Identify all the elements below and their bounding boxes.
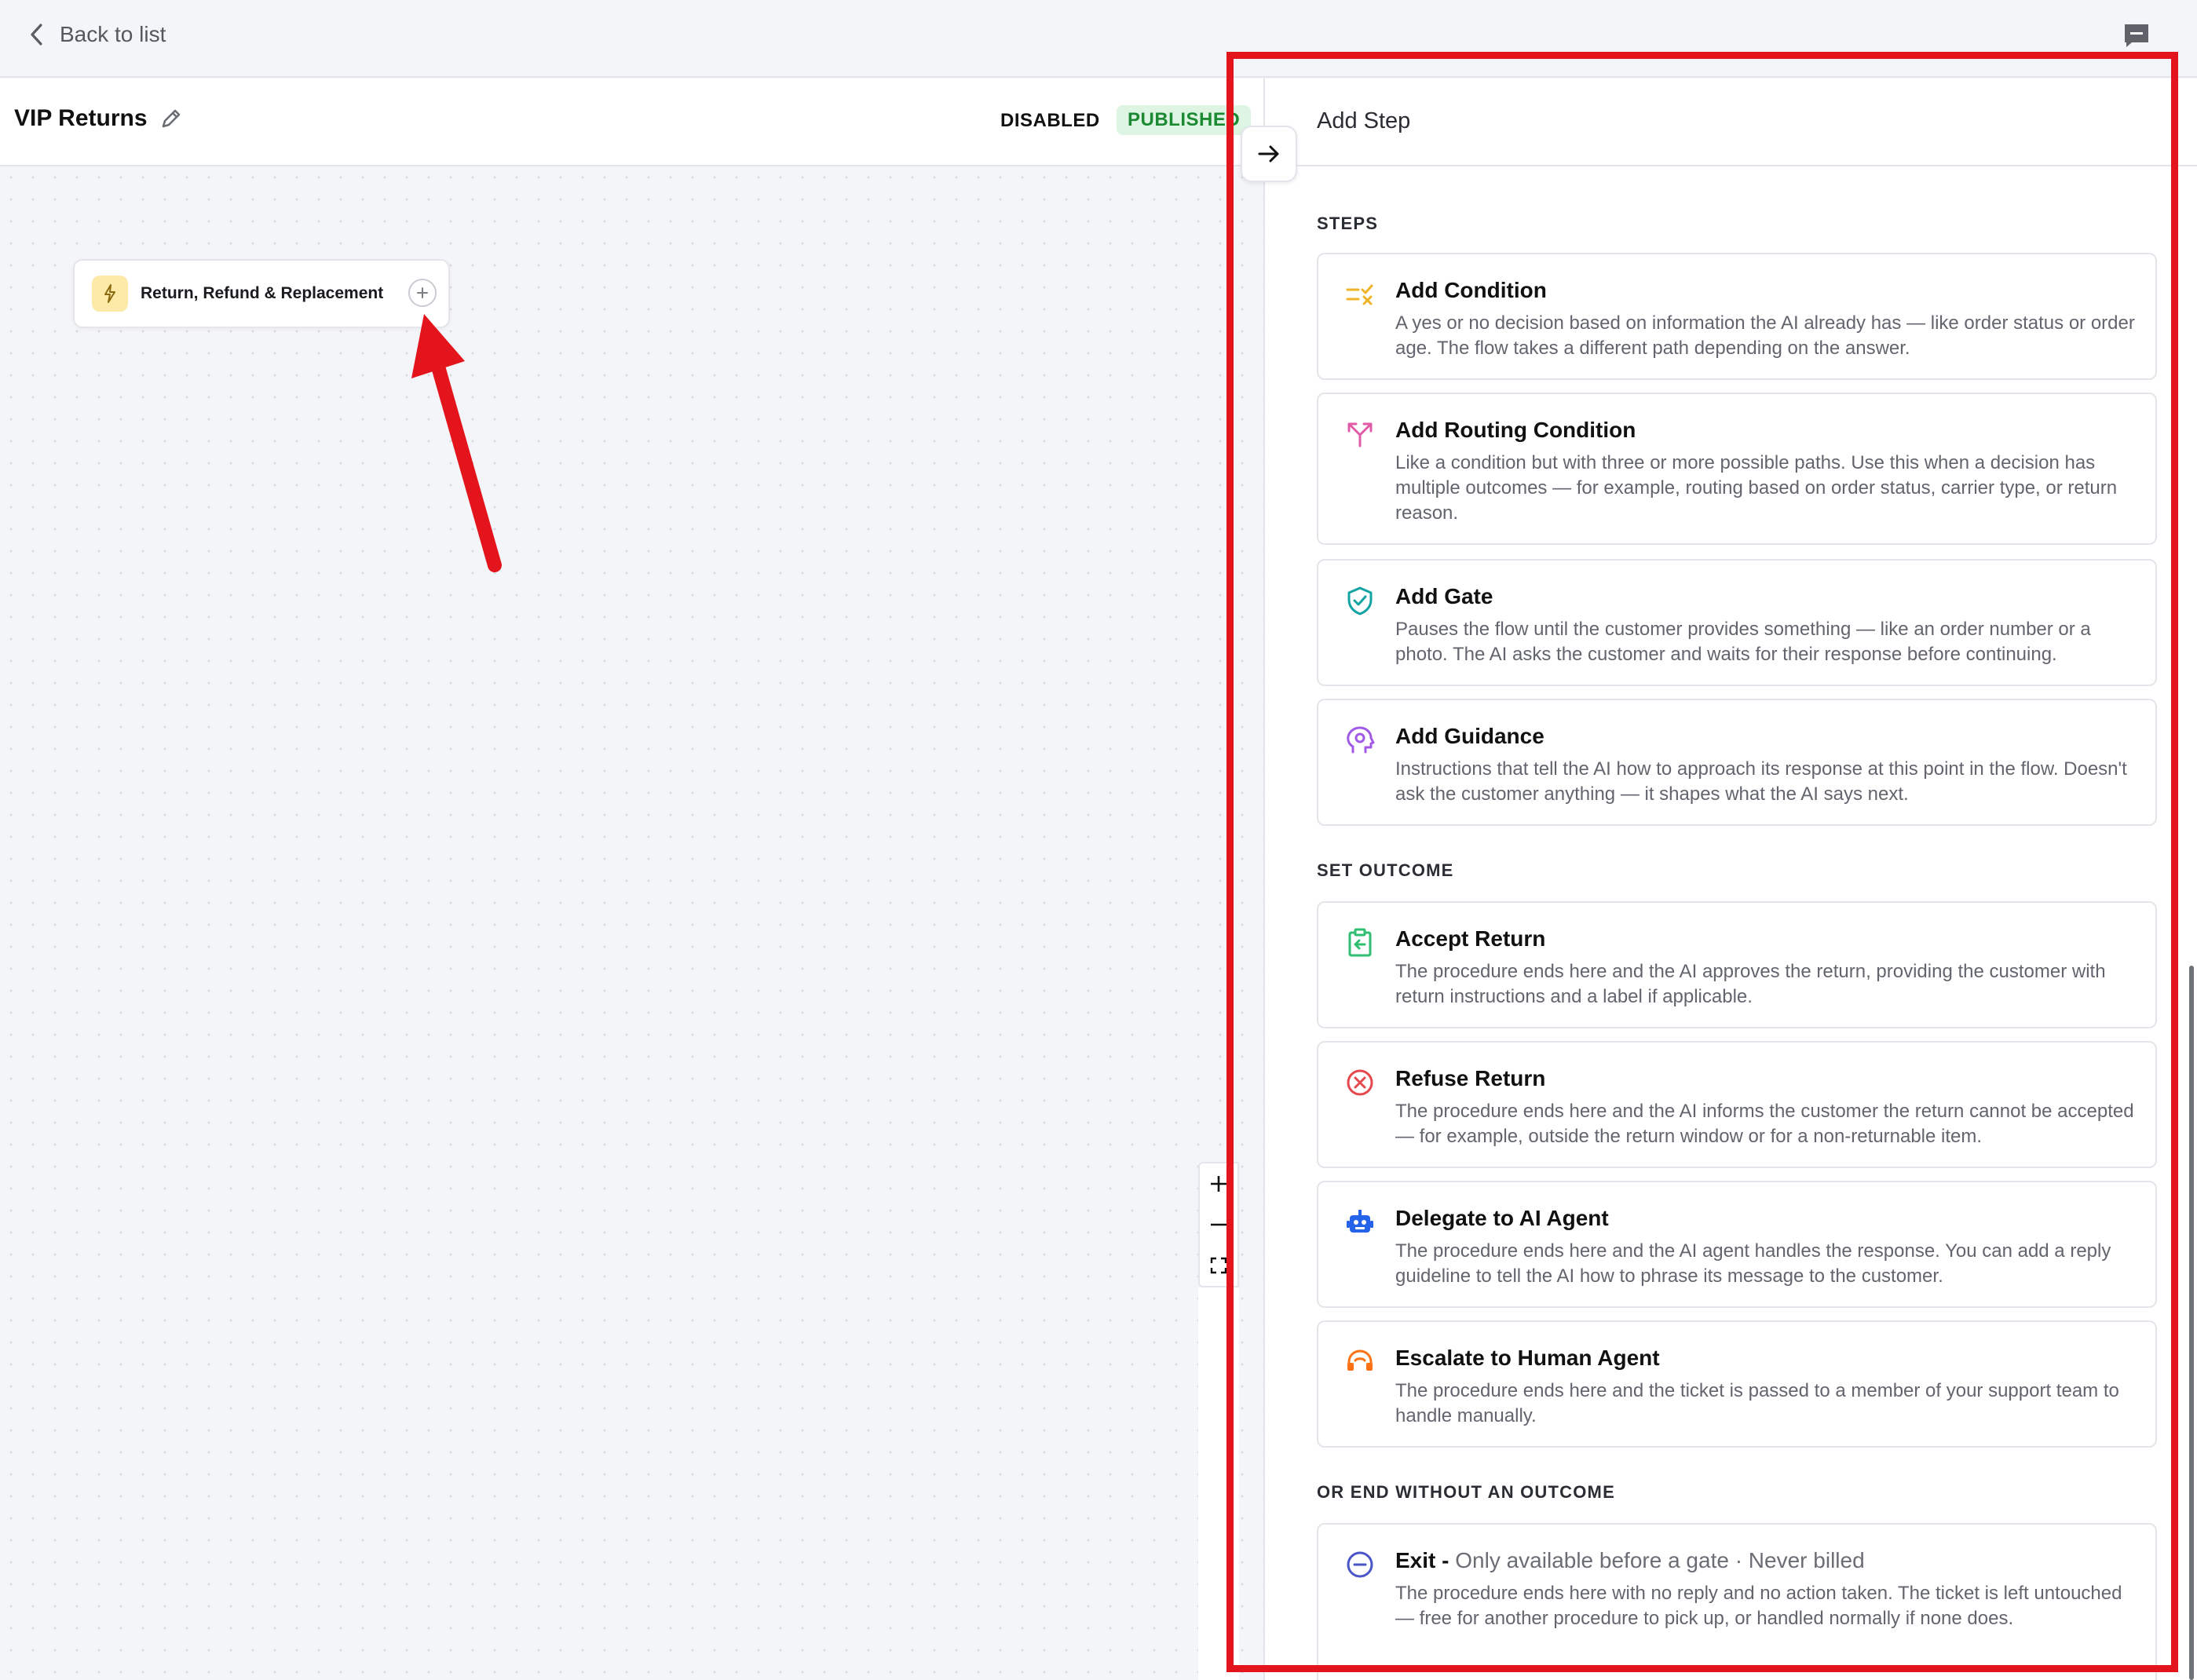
- add-gate-card[interactable]: Add Gate Pauses the flow until the custo…: [1317, 559, 2157, 686]
- canvas-edge: [1198, 1287, 1239, 1680]
- guidance-brain-icon: [1347, 726, 1375, 754]
- pencil-icon[interactable]: [159, 106, 184, 131]
- robot-icon: [1347, 1210, 1373, 1233]
- trigger-node[interactable]: Return, Refund & Replacement: [73, 259, 450, 328]
- card-description: The procedure ends here and the ticket i…: [1395, 1380, 2119, 1426]
- card-description: The procedure ends here and the AI appro…: [1395, 961, 2106, 1007]
- arrow-right-icon: [1258, 145, 1279, 163]
- lightning-icon: [92, 276, 128, 312]
- card-title: Escalate to Human Agent: [1395, 1346, 1660, 1370]
- card-description: Like a condition but with three or more …: [1395, 452, 2118, 524]
- card-description: The procedure ends here and the AI agent…: [1395, 1240, 2111, 1287]
- card-title: Add Gate: [1395, 584, 1493, 608]
- section-label-steps: STEPS: [1317, 214, 1379, 233]
- flow-title-text: VIP Returns: [14, 105, 148, 131]
- add-guidance-card[interactable]: Add Guidance Instructions that tell the …: [1317, 699, 2157, 826]
- exit-subtitle: Only available before a gate · Never bil…: [1455, 1548, 1865, 1572]
- fit-view-button[interactable]: [1200, 1245, 1237, 1286]
- chevron-left-icon: [31, 24, 42, 46]
- chat-icon[interactable]: [2122, 20, 2151, 50]
- zoom-in-button[interactable]: [1200, 1163, 1237, 1204]
- card-description: The procedure ends here with no reply an…: [1395, 1583, 2122, 1629]
- card-description: Instructions that tell the AI how to app…: [1395, 758, 2127, 805]
- accept-return-card[interactable]: Accept Return The procedure ends here an…: [1317, 901, 2157, 1028]
- status-disabled-toggle[interactable]: DISABLED: [1000, 110, 1100, 132]
- exit-title: Exit -: [1395, 1548, 1449, 1572]
- card-title: Add Guidance: [1395, 724, 1544, 748]
- card-description: Pauses the flow until the customer provi…: [1395, 619, 2091, 665]
- zoom-out-button[interactable]: [1200, 1204, 1237, 1245]
- minus-circle-icon: [1347, 1551, 1373, 1578]
- section-label-set-outcome: SET OUTCOME: [1317, 860, 1454, 880]
- card-title: Add Routing Condition: [1395, 418, 1636, 442]
- escalate-human-agent-card[interactable]: Escalate to Human Agent The procedure en…: [1317, 1320, 2157, 1448]
- card-title: Accept Return: [1395, 926, 1546, 951]
- minus-icon: [1211, 1223, 1226, 1226]
- add-step-button[interactable]: [408, 279, 437, 307]
- card-title: Exit - Only available before a gate · Ne…: [1395, 1548, 1865, 1573]
- card-title: Add Condition: [1395, 278, 1547, 302]
- routing-split-icon: [1347, 422, 1373, 447]
- card-description: A yes or no decision based on informatio…: [1395, 312, 2135, 359]
- add-condition-card[interactable]: Add Condition A yes or no decision based…: [1317, 253, 2157, 380]
- red-arrow-annotation: [411, 314, 502, 572]
- section-label-end-without-outcome: OR END WITHOUT AN OUTCOME: [1317, 1482, 1615, 1502]
- shield-check-icon: [1347, 586, 1373, 615]
- panel-header: Add Step: [1265, 79, 2197, 166]
- flow-header: VIP Returns DISABLED PUBLISHED: [0, 79, 1263, 166]
- delegate-ai-agent-card[interactable]: Delegate to AI Agent The procedure ends …: [1317, 1181, 2157, 1308]
- fit-view-icon: [1210, 1257, 1227, 1274]
- collapse-panel-button[interactable]: [1241, 126, 1297, 182]
- refuse-return-card[interactable]: Refuse Return The procedure ends here an…: [1317, 1041, 2157, 1168]
- status-published-badge[interactable]: PUBLISHED: [1117, 105, 1252, 135]
- plus-icon: [417, 287, 428, 298]
- card-description: The procedure ends here and the AI infor…: [1395, 1101, 2134, 1147]
- plus-icon: [1211, 1176, 1226, 1192]
- condition-icon: [1346, 284, 1373, 305]
- clipboard-return-icon: [1348, 928, 1372, 957]
- flow-canvas[interactable]: VIP Returns DISABLED PUBLISHED Return, R…: [0, 79, 1263, 1680]
- add-step-panel: Add Step STEPS Add Condition A yes or no…: [1263, 79, 2197, 1680]
- back-to-list-label: Back to list: [60, 22, 166, 46]
- zoom-controls: [1198, 1162, 1239, 1287]
- add-routing-condition-card[interactable]: Add Routing Condition Like a condition b…: [1317, 393, 2157, 545]
- back-to-list-link[interactable]: Back to list: [28, 17, 166, 52]
- trigger-label: Return, Refund & Replacement: [141, 284, 384, 302]
- top-bar: Back to list: [0, 0, 2197, 78]
- card-title: Delegate to AI Agent: [1395, 1206, 1609, 1230]
- headset-icon: [1347, 1349, 1373, 1371]
- flow-title: VIP Returns: [14, 105, 184, 132]
- panel-title: Add Step: [1317, 108, 1411, 133]
- card-title: Refuse Return: [1395, 1066, 1546, 1090]
- exit-card[interactable]: Exit - Only available before a gate · Ne…: [1317, 1523, 2157, 1680]
- x-circle-icon: [1347, 1069, 1373, 1096]
- panel-scrollbar[interactable]: [2189, 966, 2194, 1680]
